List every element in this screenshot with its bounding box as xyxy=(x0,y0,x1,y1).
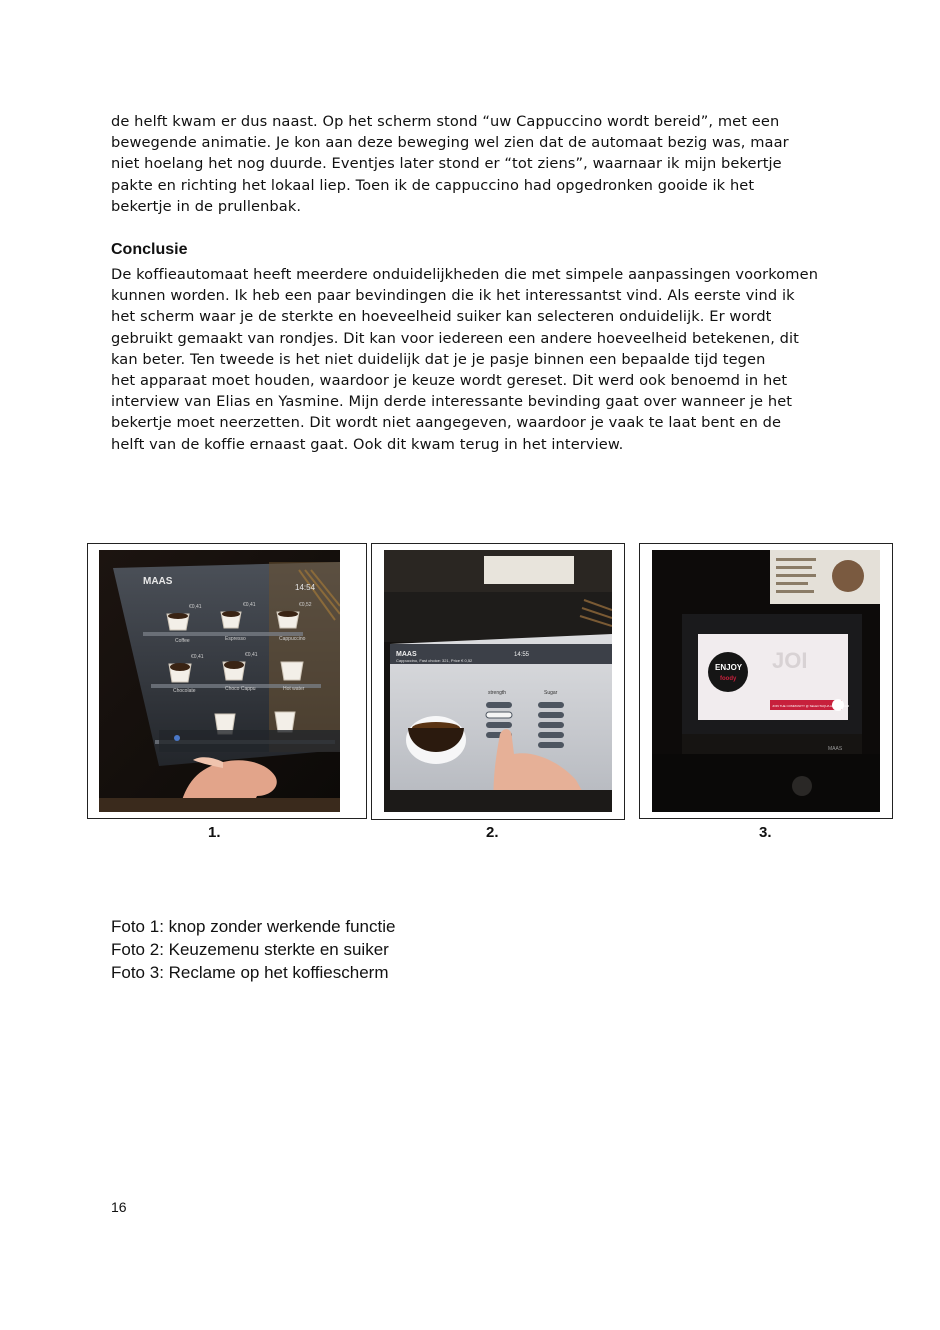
text-line: bewegende animatie. Je kon aan deze bewe… xyxy=(111,134,789,152)
text-line: niet hoelang het nog duurde. Eventjes la… xyxy=(111,155,782,173)
text-line: pakte en richting het lokaal liep. Toen … xyxy=(111,176,755,194)
item-label: Coffee xyxy=(175,638,190,644)
screen-time: 14:54 xyxy=(295,583,316,592)
photo-caption: Foto 1: knop zonder werkende functie xyxy=(111,917,396,936)
screen-subtitle: Cappuccino, Fast choice: 321, Price € 0,… xyxy=(396,658,473,663)
photo-2-strength-sugar-menu: MAAS 14:55 Cappuccino, Fast choice: 321,… xyxy=(384,550,612,812)
text-line: het scherm waar je de sterkte en hoeveel… xyxy=(111,308,772,326)
item-price: €0,41 xyxy=(191,654,204,660)
photo-3-advertisement-screen: JOI ENJOY foody JOIN THE COMMUNITY @ SEL… xyxy=(652,550,880,812)
item-label: Cappuccino xyxy=(279,636,306,642)
photo-number: 2. xyxy=(486,824,499,841)
page-number: 16 xyxy=(111,1199,127,1215)
ad-title: ENJOY xyxy=(715,663,743,672)
machine-brand: MAAS xyxy=(828,746,843,752)
photo-2-frame: MAAS 14:55 Cappuccino, Fast choice: 321,… xyxy=(371,543,625,820)
photo-caption: Foto 2: Keuzemenu sterkte en suiker xyxy=(111,940,389,959)
item-price: €0,41 xyxy=(243,602,256,608)
text-line: helft van de koffie ernaast gaat. Ook di… xyxy=(111,435,624,453)
item-label: Hot water xyxy=(283,686,305,692)
photo-number: 3. xyxy=(759,824,772,841)
item-price: €0,52 xyxy=(299,602,312,608)
photo-1-frame: MAAS 14:54 Coffee Espresso Cappuccino Ch… xyxy=(87,543,367,819)
photo-1-coffee-menu: MAAS 14:54 Coffee Espresso Cappuccino Ch… xyxy=(99,550,340,812)
screen-brand: MAAS xyxy=(396,651,417,658)
photo-3-frame: JOI ENJOY foody JOIN THE COMMUNITY @ SEL… xyxy=(639,543,893,819)
item-label: Espresso xyxy=(225,636,246,642)
item-price: €0,41 xyxy=(245,652,258,658)
photo-caption: Foto 3: Reclame op het koffiescherm xyxy=(111,963,389,982)
text-line: bekertje moet neerzetten. Dit wordt niet… xyxy=(111,414,782,432)
ad-brand: foody xyxy=(720,676,737,682)
text-line: kan beter. Ten tweede is het niet duidel… xyxy=(111,350,766,368)
item-label: Choco Cappu xyxy=(225,686,256,692)
text-line: gebruikt gemaakt van rondjes. Dit kan vo… xyxy=(111,329,800,347)
section-heading: Conclusie xyxy=(111,241,188,258)
screen-time: 14:55 xyxy=(514,652,530,658)
intro-paragraph: de helft kwam er dus naast. Op het scher… xyxy=(111,111,831,217)
sugar-label: Sugar xyxy=(544,690,558,696)
text-line: de helft kwam er dus naast. Op het scher… xyxy=(111,113,780,130)
item-price: €0,41 xyxy=(189,604,202,610)
screen-brand: MAAS xyxy=(143,576,173,587)
svg-text:JOI: JOI xyxy=(772,648,807,673)
text-line: bekertje in de prullenbak. xyxy=(111,197,302,215)
item-label: Chocolate xyxy=(173,688,196,694)
conclusion-paragraph: De koffieautomaat heeft meerdere onduide… xyxy=(111,264,831,455)
text-line: De koffieautomaat heeft meerdere onduide… xyxy=(111,266,819,283)
document-page: de helft kwam er dus naast. Op het scher… xyxy=(0,0,940,1330)
photo-number: 1. xyxy=(208,824,221,841)
strength-label: strength xyxy=(488,690,506,696)
text-line: interview van Elias en Yasmine. Mijn der… xyxy=(111,393,793,411)
text-line: kunnen worden. Ik heb een paar bevinding… xyxy=(111,287,795,305)
text-line: het apparaat moet houden, waardoor je ke… xyxy=(111,372,788,390)
